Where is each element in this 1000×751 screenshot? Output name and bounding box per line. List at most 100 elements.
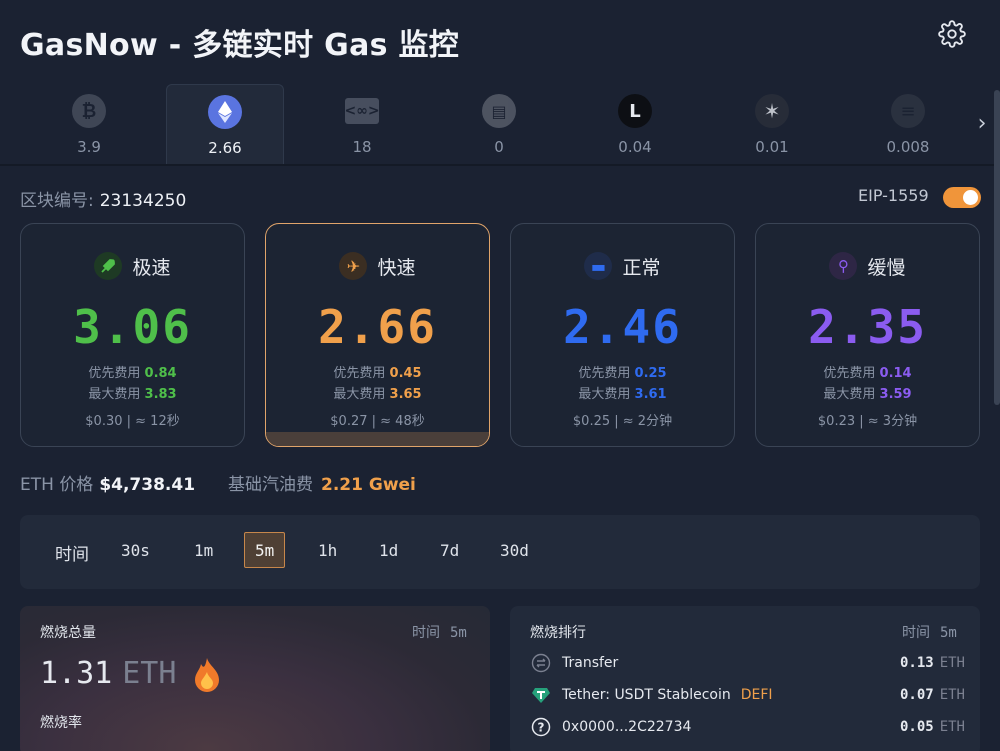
time-filter: 时间 30s 1m 5m 1h 1d 7d 30d [20,515,980,589]
priority-fee: 优先费用 0.25 [578,366,667,381]
eth-price-value: $4,738.41 [99,475,196,495]
priority-fee: 优先费用 0.45 [333,366,422,381]
chain-link-icon: <∞> [344,98,380,124]
tab-starknet[interactable]: ✶ 0.01 [713,84,831,164]
transfer-icon [530,652,552,674]
tab-value: 0.01 [755,138,789,156]
category-tag: DEFI [740,687,773,703]
tether-icon [530,684,552,706]
ranking-item[interactable]: Tether: USDT Stablecoin DEFI 0.07 ETH [530,681,965,709]
ranking-amount: 0.07 ETH [899,687,965,703]
burn-amount: 1.31 ETH [40,656,177,691]
eip-label: EIP-1559 [858,186,929,205]
tab-chain-3[interactable]: <∞> 18 [303,84,421,164]
eth-price: ETH 价格 $4,738.41 [20,470,195,495]
gas-price: 3.06 [73,300,192,354]
ranking-name: 0x0000...2C22734 [562,719,692,735]
ranking-amount: 0.05 ETH [899,719,965,735]
tabs-next-button[interactable]: › [970,108,994,138]
gas-price: 2.66 [318,300,437,354]
card-header: 极速 [21,252,244,280]
card-header: ⚲ 缓慢 [756,252,979,280]
burn-ranking-panel: 燃烧排行 时间 5m Transfer 0.13 ETH Tether: USDT … [510,606,980,751]
ranking-amount: 0.13 ETH [899,655,965,671]
ranking-name: Transfer [562,655,619,671]
tab-value: 0.04 [618,138,652,156]
eip-toggle[interactable] [943,187,981,208]
time-option-1m[interactable]: 1m [183,532,224,568]
card-title: 缓慢 [867,256,906,279]
ranking-item[interactable]: ? 0x0000...2C22734 0.05 ETH [530,713,965,741]
max-fee: 最大费用 3.59 [823,387,912,402]
time-option-30s[interactable]: 30s [110,532,161,568]
tab-value: 0 [494,138,504,156]
tab-value: 0.008 [886,138,930,156]
linea-icon: L [618,94,652,128]
car-icon: ▬ [584,252,613,280]
tab-scroll[interactable]: ▤ 0 [440,84,558,164]
card-header: ✈ 快速 [266,252,489,280]
burn-time: 时间 5m [412,625,467,641]
gas-price: 2.46 [563,300,682,354]
card-footer: $0.30 | ≈ 12秒 [85,414,180,429]
time-option-7d[interactable]: 7d [429,532,470,568]
burn-rate-label: 燃烧率 [40,715,82,731]
tab-value: 18 [352,138,372,156]
burn-total-panel: 燃烧总量 时间 5m 1.31 ETH 燃烧率 [20,606,490,751]
priority-fee: 优先费用 0.14 [823,366,912,381]
page-title: GasNow - 多链实时 Gas 监控 [20,28,460,63]
tab-ethereum[interactable]: 2.66 [166,84,284,164]
eth-price-label: ETH 价格 [20,475,94,495]
ranking-name: Tether: USDT Stablecoin [562,687,731,703]
chevron-right-icon: › [977,110,987,136]
rocket-icon [94,252,123,280]
time-filter-label: 时间 [55,545,89,565]
time-option-1h[interactable]: 1h [307,532,348,568]
plane-icon: ✈ [339,252,368,280]
card-footer: $0.27 | ≈ 48秒 [330,414,425,429]
time-option-1d[interactable]: 1d [368,532,409,568]
time-option-5m[interactable]: 5m [244,532,286,568]
priority-fee: 优先费用 0.84 [88,366,177,381]
gear-icon [938,20,966,48]
card-normal[interactable]: ▬ 正常 2.46 优先费用 0.25 最大费用 3.61 $0.25 | ≈ … [510,223,735,447]
app-header: GasNow - 多链实时 Gas 监控 [0,0,1000,84]
tab-value: 2.66 [208,139,242,157]
dim-chain-icon: ≡ [891,94,925,128]
tab-bitcoin[interactable]: ₿ 3.9 [30,84,148,164]
starknet-icon: ✶ [755,94,789,128]
tab-value: 3.9 [77,138,101,156]
scrollbar[interactable] [994,90,1000,405]
card-footer: $0.23 | ≈ 3分钟 [817,414,918,429]
card-footer: $0.25 | ≈ 2分钟 [572,414,673,429]
card-fastest[interactable]: 极速 3.06 优先费用 0.84 最大费用 3.83 $0.30 | ≈ 12… [20,223,245,447]
card-title: 极速 [132,256,171,279]
time-option-30d[interactable]: 30d [489,532,540,568]
max-fee: 最大费用 3.83 [88,387,177,402]
bitcoin-icon: ₿ [72,94,106,128]
card-title: 正常 [622,256,661,279]
ethereum-icon [208,95,242,129]
block-label: 区块编号: [20,191,94,211]
burn-total-title: 燃烧总量 [40,625,96,641]
settings-button[interactable] [936,18,968,50]
toggle-knob [963,190,978,205]
ranking-time: 时间 5m [902,625,957,641]
card-slow[interactable]: ⚲ 缓慢 2.35 优先费用 0.14 最大费用 3.59 $0.23 | ≈ … [755,223,980,447]
base-fee-label: 基础汽油费 [228,475,313,495]
card-fast[interactable]: ✈ 快速 2.66 优先费用 0.45 最大费用 3.65 $0.27 | ≈ … [265,223,490,447]
tab-chain-7[interactable]: ≡ 0.008 [849,84,967,164]
fire-icon [191,656,223,696]
block-number: 23134250 [99,191,187,211]
base-fee-value: 2.21 Gwei [321,475,416,495]
burn-ranking-title: 燃烧排行 [530,625,586,641]
ranking-item[interactable]: Transfer 0.13 ETH [530,649,965,677]
svg-text:?: ? [538,721,545,735]
bike-icon: ⚲ [829,252,858,280]
tab-linea[interactable]: L 0.04 [576,84,694,164]
chain-tabs: ₿ 3.9 2.66 <∞> 18 ▤ 0 L 0.04 ✶ 0.01 ≡ 0.… [0,84,1000,166]
question-icon: ? [530,716,552,738]
selected-bar [266,432,489,446]
max-fee: 最大费用 3.65 [333,387,422,402]
gas-price: 2.35 [808,300,927,354]
